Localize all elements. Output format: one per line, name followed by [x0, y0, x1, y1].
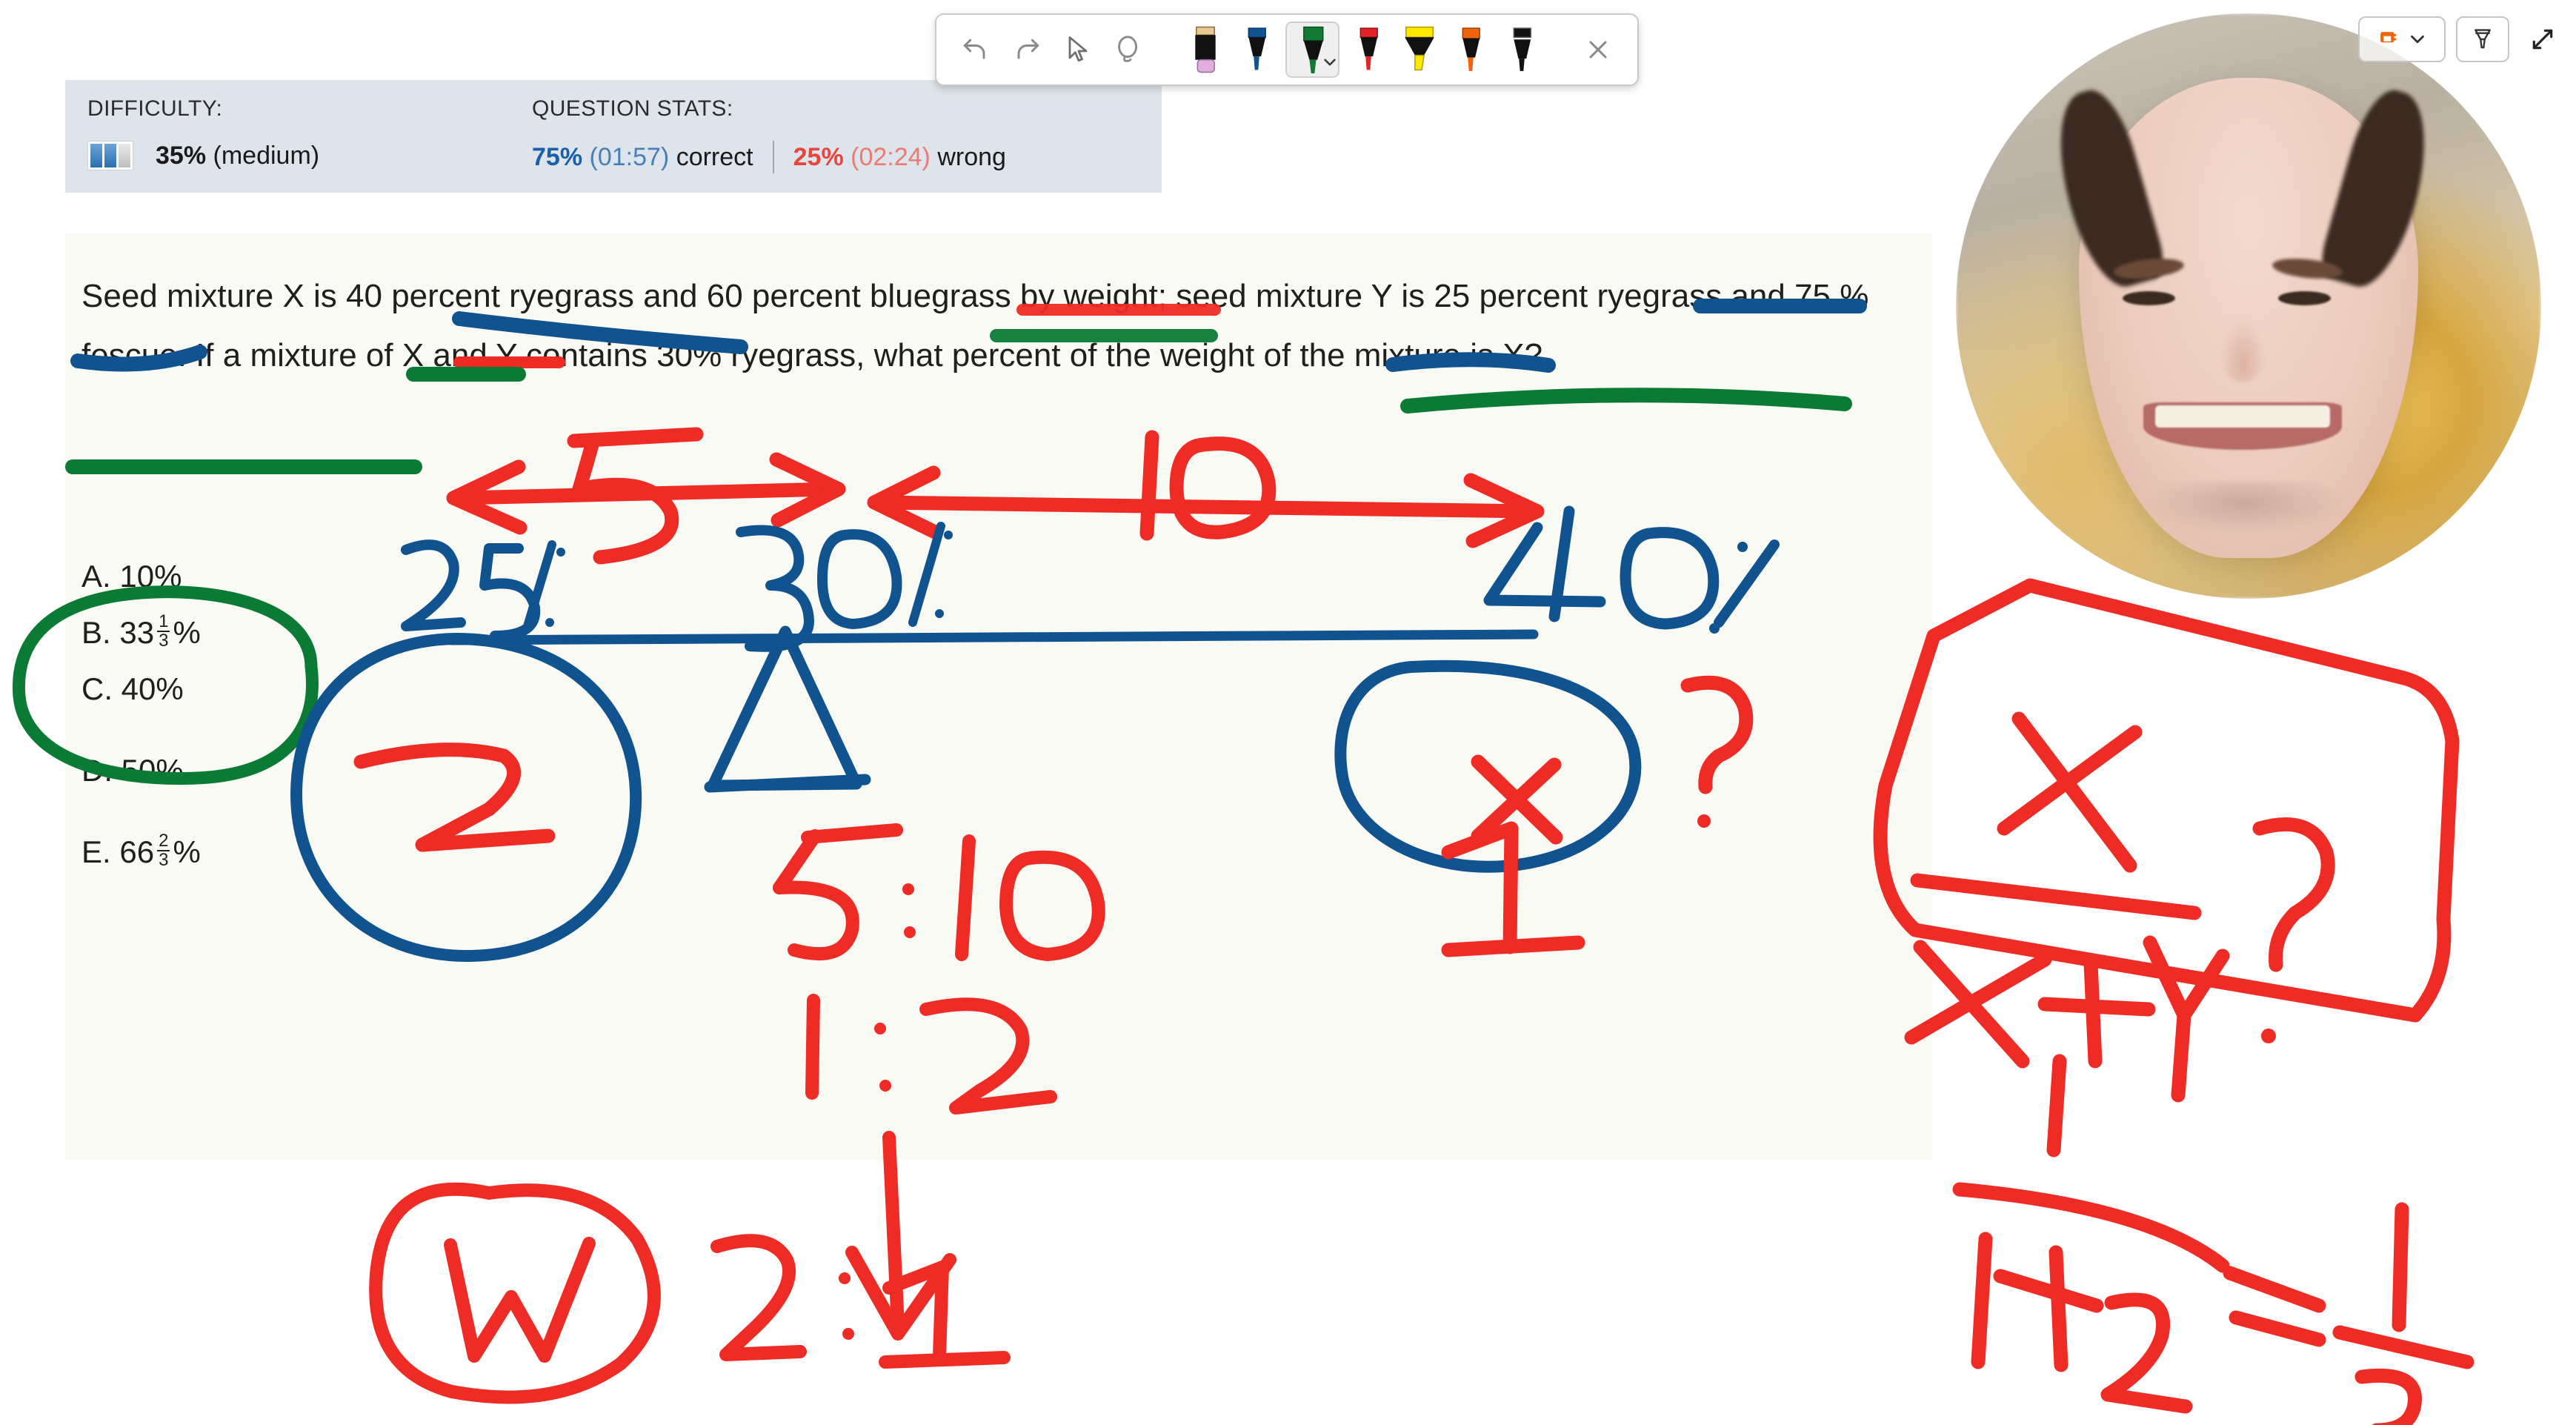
- result-bar: [2332, 1325, 2475, 1369]
- question-text: Seed mixture X is 40 percent ryegrass an…: [81, 278, 1869, 373]
- equals-bottom: [2229, 1310, 2326, 1347]
- difficulty-value-group: 35% (medium): [156, 142, 319, 170]
- chevron-down-icon[interactable]: [2406, 28, 2429, 50]
- top-right-controls[interactable]: [2358, 16, 2566, 62]
- red-w-letter: [444, 1237, 596, 1363]
- eraser-button[interactable]: [1183, 21, 1228, 78]
- pen-blue-button[interactable]: [1234, 21, 1279, 78]
- choice-e-numerator: 2: [159, 831, 169, 851]
- correct-word: correct: [676, 142, 753, 171]
- lasso-select-icon[interactable]: [1107, 21, 1152, 78]
- choice-a-letter: A.: [81, 559, 111, 594]
- question-stats-row: 75% (01:57) correct 25% (02:24) wrong: [532, 141, 1139, 173]
- highlighter-icon: [2475, 29, 2491, 49]
- ratio21-colon-bottom: [842, 1328, 854, 1340]
- choice-d-value: 50%: [121, 753, 184, 788]
- choice-a[interactable]: A. 10%: [81, 548, 748, 605]
- eq-num-one: [2046, 1054, 2067, 1157]
- select-cursor-button[interactable]: [1055, 21, 1100, 78]
- boxfrac-question-dot: [2261, 1029, 2276, 1043]
- choice-e-denominator: 3: [157, 850, 170, 870]
- eq-plus-vertical: [2049, 1245, 2069, 1372]
- boxfrac-num-x-stroke1: [2011, 711, 2137, 873]
- correct-time: (01:57): [589, 142, 670, 171]
- result-one: [2392, 1202, 2409, 1332]
- close-toolbar-button[interactable]: [1576, 21, 1621, 78]
- question-stats-column: QUESTION STATS: 75% (01:57) correct 25% …: [532, 96, 1139, 173]
- chevron-down-icon[interactable]: [1320, 53, 1339, 72]
- difficulty-value: 35%: [156, 141, 207, 170]
- boxfrac-plus-vertical: [2083, 956, 2103, 1069]
- redo-button[interactable]: [1004, 21, 1049, 78]
- choice-b-whole: 33: [119, 615, 155, 650]
- ratio21-underline: [879, 1351, 1011, 1369]
- difficulty-row: 35% (medium): [87, 141, 532, 170]
- boxfrac-den-y-top: [2143, 935, 2230, 1023]
- marker-tool-button[interactable]: [2456, 16, 2509, 62]
- choice-e-whole: 66: [119, 834, 155, 869]
- boxfrac-plus-horizontal: [2037, 997, 2156, 1017]
- ratio21-colon-top: [839, 1272, 851, 1284]
- question-stats-label: QUESTION STATS:: [532, 96, 733, 121]
- down-arrow-head: [845, 1246, 956, 1341]
- choice-e-fraction: 23: [157, 832, 170, 869]
- choice-a-value: 10%: [119, 559, 182, 594]
- answer-choices: A. 10% B. 33 1 3% C. 40% D. 50% E. 66 2 3%: [81, 548, 748, 880]
- boxfrac-question-mark: [2252, 817, 2335, 972]
- screen-root: DIFFICULTY: 35% (medium) QUESTION STATS:…: [0, 0, 2576, 1425]
- difficulty-qualifier: (medium): [213, 141, 320, 170]
- correct-percent: 75%: [532, 142, 583, 171]
- choice-b-letter: B.: [81, 615, 111, 650]
- choice-e[interactable]: E. 66 2 3%: [81, 824, 748, 880]
- eq-plus-horizontal: [1993, 1269, 2104, 1313]
- difficulty-column: DIFFICULTY: 35% (medium): [87, 96, 532, 170]
- choice-d[interactable]: D. 50%: [81, 743, 748, 799]
- pen-green-button[interactable]: [1285, 21, 1340, 78]
- wrong-percent: 25%: [793, 142, 844, 171]
- ratio21-two: [710, 1234, 807, 1361]
- down-arrow-shaft: [882, 1131, 905, 1333]
- choice-d-letter: D.: [81, 753, 113, 788]
- boxfrac-den-y-stem: [2171, 1008, 2191, 1103]
- choice-b-denominator: 3: [157, 631, 170, 651]
- choice-e-letter: E.: [81, 834, 111, 869]
- circle-around-w: [369, 1182, 661, 1404]
- pen-color-selector[interactable]: [2358, 16, 2446, 62]
- orange-marker-icon: [2380, 32, 2397, 43]
- highlighter-yellow-button[interactable]: [1397, 21, 1442, 78]
- choice-b-fraction: 13: [157, 613, 170, 650]
- question-panel: Seed mixture X is 40 percent ryegrass an…: [65, 233, 1932, 1160]
- pen-black-button[interactable]: [1500, 21, 1545, 78]
- stats-divider: [772, 141, 774, 173]
- eq-den-two: [2100, 1292, 2193, 1414]
- correct-stat: 75% (01:57) correct: [532, 143, 753, 172]
- equals-top: [2223, 1266, 2326, 1313]
- ratio21-one: [882, 1260, 949, 1363]
- box-around-fraction: [1873, 578, 2460, 1023]
- result-three: [2354, 1368, 2422, 1425]
- choice-b-numerator: 1: [159, 611, 169, 631]
- webcam-avatar[interactable]: [1956, 13, 2541, 599]
- choice-c-letter: C.: [81, 671, 113, 706]
- eq-den-one: [1971, 1232, 1993, 1369]
- wrong-word: wrong: [937, 142, 1006, 171]
- choice-b[interactable]: B. 33 1 3%: [81, 605, 748, 661]
- pen-orange-button[interactable]: [1448, 21, 1494, 78]
- choice-c-value: 40%: [121, 671, 184, 706]
- difficulty-label: DIFFICULTY:: [87, 96, 223, 121]
- pen-toolbar[interactable]: [935, 13, 1639, 86]
- wrong-stat: 25% (02:24) wrong: [793, 143, 1006, 172]
- difficulty-meter-icon: [87, 141, 133, 170]
- undo-button[interactable]: [953, 21, 998, 78]
- expand-diagonal-icon: [2532, 29, 2553, 50]
- pen-red-button[interactable]: [1345, 21, 1391, 78]
- expand-fullscreen-button[interactable]: [2520, 16, 2566, 62]
- eq-fraction-bar: [1952, 1182, 2230, 1273]
- wrong-time: (02:24): [851, 142, 931, 171]
- question-stats-bar: DIFFICULTY: 35% (medium) QUESTION STATS:…: [65, 80, 1162, 193]
- boxfrac-num-x-stroke2: [1997, 725, 2143, 836]
- boxfrac-den-x-stroke1: [1913, 940, 2030, 1069]
- choice-c[interactable]: C. 40%: [81, 661, 748, 717]
- boxfrac-bar: [1910, 873, 2202, 920]
